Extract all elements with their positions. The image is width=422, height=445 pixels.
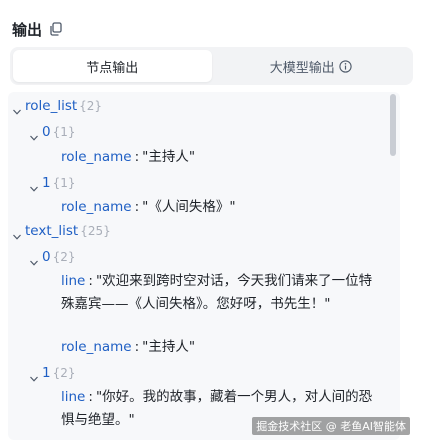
tree-key: 1 xyxy=(42,365,51,381)
tree-node-role-list[interactable]: role_list {2} xyxy=(12,95,102,118)
tree-count: {25} xyxy=(80,224,111,238)
tree-count: {1} xyxy=(52,125,76,139)
prop-key: role_name xyxy=(61,339,132,355)
tab-node-output[interactable]: 节点输出 xyxy=(13,50,212,82)
tree-prop-role-name: role_name: "主持人" xyxy=(61,149,196,165)
json-tree: role_list {2} 0 {1} role_name: "主持人" 1 {1… xyxy=(8,92,390,440)
output-tabs: 节点输出 大模型输出 xyxy=(10,47,413,85)
tree-prop-line: line: "欢迎来到跨时空对话，今天我们请来了一位特殊嘉宾——《人间失格》。您好… xyxy=(61,273,373,312)
tree-node-text-1[interactable]: 1 {2} xyxy=(29,362,76,385)
tree-node-text-list[interactable]: text_list {25} xyxy=(12,220,111,243)
tree-key: text_list xyxy=(25,223,79,239)
chevron-down-icon[interactable] xyxy=(29,369,39,382)
info-icon[interactable] xyxy=(339,59,352,73)
tree-node-text-0[interactable]: 0 {2} xyxy=(29,246,76,269)
prop-key: line xyxy=(61,389,86,405)
vertical-scrollbar[interactable] xyxy=(390,94,396,156)
prop-value: "《人间失格》" xyxy=(142,199,236,215)
tab-label: 节点输出 xyxy=(86,60,139,76)
chevron-down-icon[interactable] xyxy=(12,102,22,115)
tab-llm-output[interactable]: 大模型输出 xyxy=(212,50,411,82)
output-json-panel[interactable]: role_list {2} 0 {1} role_name: "主持人" 1 {1… xyxy=(8,92,400,440)
tree-key: role_list xyxy=(25,98,78,114)
tree-prop-role-name: role_name: "主持人" xyxy=(61,339,196,355)
tree-key: 0 xyxy=(42,124,51,140)
prop-value: "主持人" xyxy=(142,149,196,165)
chevron-down-icon[interactable] xyxy=(29,128,39,141)
tab-label: 大模型输出 xyxy=(269,60,335,76)
tree-prop-role-name: role_name: "《人间失格》" xyxy=(61,199,236,215)
tree-node-role-1[interactable]: 1 {1} xyxy=(29,172,76,195)
copy-icon[interactable] xyxy=(48,21,64,37)
prop-key: line xyxy=(61,273,86,289)
prop-value: "主持人" xyxy=(142,339,196,355)
prop-key: role_name xyxy=(61,149,132,165)
prop-value: "欢迎来到跨时空对话，今天我们请来了一位特殊嘉宾——《人间失格》。您好呀，书先生… xyxy=(61,273,373,312)
output-header: 输出 xyxy=(12,18,64,40)
chevron-down-icon[interactable] xyxy=(12,227,22,240)
tree-count: {2} xyxy=(79,99,103,113)
output-title: 输出 xyxy=(12,20,43,39)
tree-node-role-0[interactable]: 0 {1} xyxy=(29,121,76,144)
tree-count: {1} xyxy=(52,176,76,190)
chevron-down-icon[interactable] xyxy=(29,179,39,192)
chevron-down-icon[interactable] xyxy=(29,253,39,266)
tree-count: {2} xyxy=(52,366,76,380)
tree-key: 1 xyxy=(42,175,51,191)
prop-key: role_name xyxy=(61,199,132,215)
tree-key: 0 xyxy=(42,249,51,265)
tree-count: {2} xyxy=(52,250,76,264)
watermark: 掘金技术社区 @ 老鱼AI智能体 xyxy=(252,417,410,435)
